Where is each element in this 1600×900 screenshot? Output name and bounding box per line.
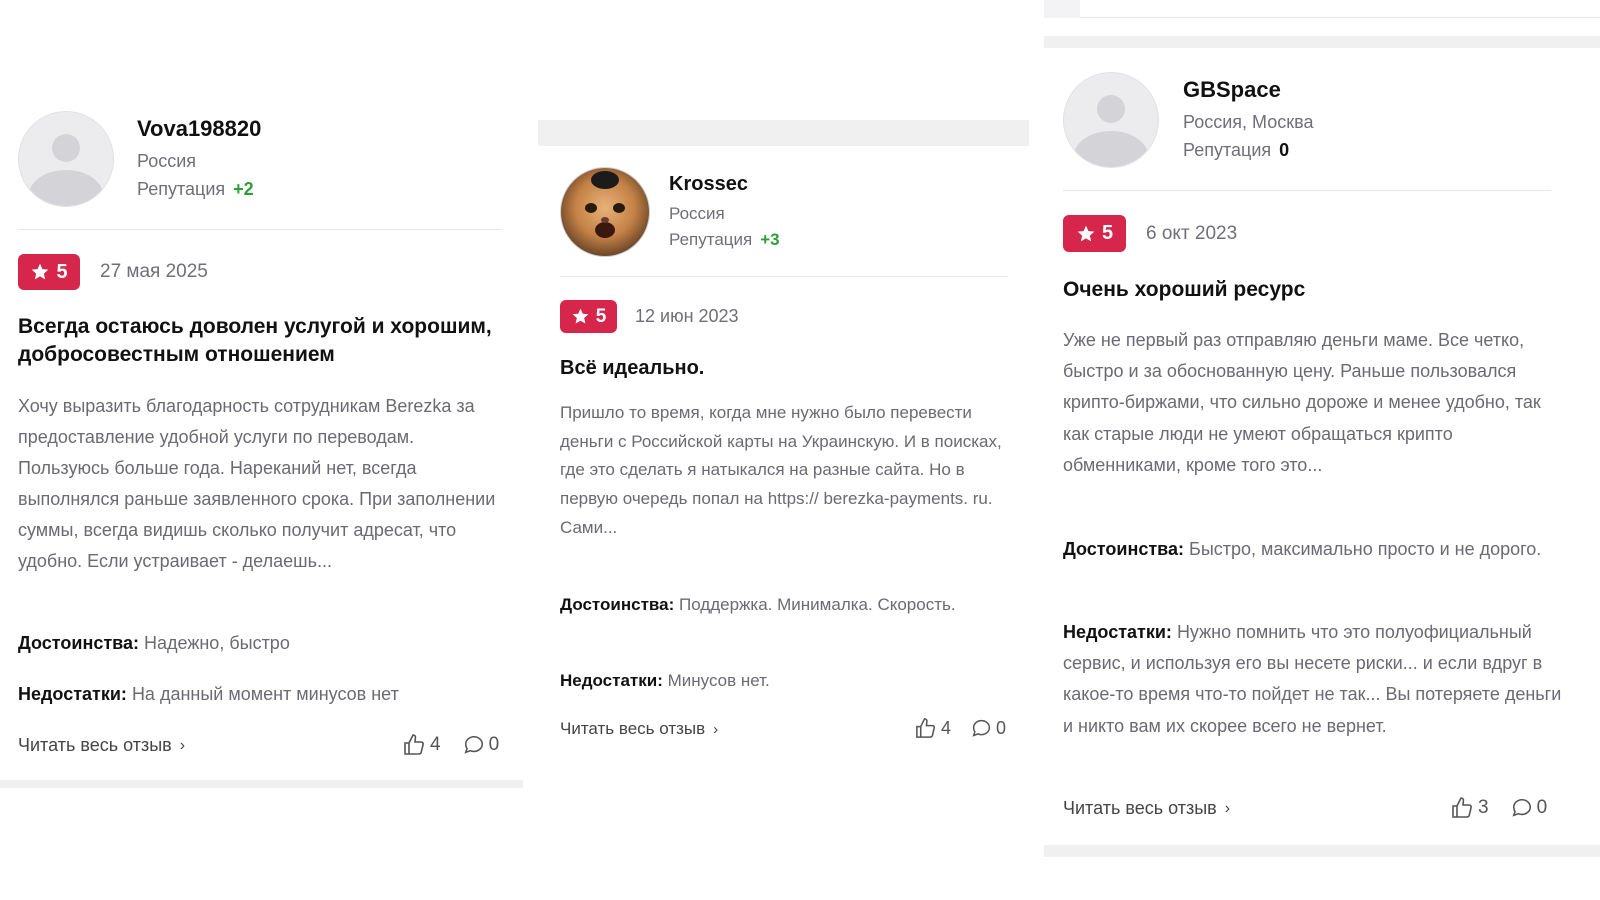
star-icon	[32, 263, 49, 280]
like-count: 3	[1478, 797, 1489, 818]
review-pros: Достоинства: Быстро, максимально просто …	[1063, 534, 1553, 565]
username[interactable]: Krossec	[669, 173, 748, 196]
review-text: Пришло то время, когда мне нужно было пе…	[560, 403, 1002, 537]
thumbs-up-icon	[1452, 797, 1472, 818]
rating-badge: 5	[560, 300, 617, 333]
user-avatar[interactable]	[560, 167, 650, 257]
like-button[interactable]: 4	[914, 717, 951, 740]
review-date: 12 июн 2023	[635, 306, 739, 326]
divider	[1063, 190, 1551, 191]
card-top-edge	[1080, 0, 1600, 18]
cons-text: Минусов нет.	[667, 671, 770, 690]
review-date: 6 окт 2023	[1146, 223, 1238, 244]
comment-count: 0	[1536, 797, 1548, 818]
reputation-value: +2	[233, 179, 254, 199]
user-location: Россия	[669, 204, 725, 223]
chevron-right-icon: ›	[179, 736, 186, 754]
review-text: Уже не первый раз отправляю деньги маме.…	[1063, 330, 1541, 475]
user-reputation: Репутация +3	[669, 230, 780, 250]
thumbs-up-icon	[404, 734, 424, 755]
cat-photo-icon	[585, 171, 625, 238]
pros-label: Достоинства:	[1063, 539, 1184, 559]
review-cons: Недостатки: Нужно помнить что это полуоф…	[1063, 617, 1563, 742]
card-bottom-divider	[1044, 845, 1600, 857]
read-full-review-link[interactable]: Читать весь отзыв ›	[1063, 798, 1230, 819]
rating-value: 5	[595, 305, 607, 327]
reputation-value: 0	[1279, 140, 1290, 160]
rating-value: 5	[1101, 222, 1114, 244]
comment-count: 0	[996, 718, 1007, 738]
reputation-label: Репутация	[1183, 140, 1272, 160]
username[interactable]: GBSpace	[1183, 77, 1281, 103]
user-location: Россия, Москва	[1183, 112, 1314, 132]
rating-badge: 5	[1063, 215, 1126, 252]
thumbs-up-icon	[916, 718, 936, 738]
review-stats: 4 0	[402, 733, 499, 757]
reputation-value: +3	[760, 230, 780, 249]
comment-button[interactable]: 0	[1511, 797, 1548, 819]
user-avatar[interactable]	[18, 111, 114, 207]
cons-label: Недостатки:	[560, 671, 663, 690]
rating-value: 5	[56, 260, 68, 283]
reputation-label: Репутация	[669, 230, 753, 249]
comment-icon	[1512, 798, 1531, 817]
comment-button[interactable]: 0	[971, 718, 1006, 739]
star-icon	[1077, 225, 1095, 241]
read-full-review-link[interactable]: Читать весь отзыв ›	[560, 719, 718, 739]
comment-button[interactable]: 0	[463, 734, 500, 756]
reputation-label: Репутация	[137, 179, 226, 199]
divider	[18, 229, 502, 230]
read-full-review-label: Читать весь отзыв	[1063, 798, 1217, 818]
like-button[interactable]: 3	[1450, 796, 1489, 820]
card-bottom-divider	[0, 780, 523, 788]
pros-text: Поддержка. Минималка. Скорость.	[679, 595, 956, 614]
comment-icon	[972, 719, 991, 737]
cons-label: Недостатки:	[18, 684, 127, 704]
review-title[interactable]: Очень хороший ресурс	[1063, 276, 1553, 304]
star-icon	[572, 308, 589, 324]
divider	[560, 276, 1008, 277]
card-top-divider	[538, 120, 1029, 146]
like-count: 4	[430, 734, 441, 755]
user-reputation: Репутация 0	[1183, 140, 1289, 161]
cons-label: Недостатки:	[1063, 622, 1172, 642]
review-text: Хочу выразить благодарность сотрудникам …	[18, 396, 496, 571]
review-title[interactable]: Всё идеально.	[560, 355, 1010, 381]
chevron-right-icon: ›	[1224, 799, 1231, 817]
review-date: 27 мая 2025	[100, 261, 208, 282]
comment-count: 0	[488, 734, 500, 755]
like-count: 4	[941, 718, 952, 738]
pros-label: Достоинства:	[560, 595, 675, 614]
review-cons: Недостатки: Минусов нет.	[560, 667, 1010, 696]
pros-text: Быстро, максимально просто и не дорого.	[1189, 539, 1542, 559]
chevron-right-icon: ›	[713, 720, 719, 738]
comment-icon	[464, 735, 483, 754]
read-full-review-label: Читать весь отзыв	[560, 719, 706, 738]
username[interactable]: Vova198820	[137, 116, 261, 142]
pros-label: Достоинства:	[18, 633, 139, 653]
like-button[interactable]: 4	[402, 733, 441, 757]
card-top-divider	[1044, 36, 1600, 48]
review-pros: Достоинства: Поддержка. Минималка. Скоро…	[560, 591, 1010, 620]
read-full-review-link[interactable]: Читать весь отзыв ›	[18, 735, 185, 756]
rating-badge: 5	[18, 254, 80, 290]
user-location: Россия	[137, 151, 197, 171]
review-cons: Недостатки: На данный момент минусов нет	[18, 679, 508, 710]
user-avatar[interactable]	[1063, 72, 1159, 168]
review-title[interactable]: Всегда остаюсь доволен услугой и хорошим…	[18, 313, 508, 369]
review-stats: 3 0	[1450, 796, 1547, 820]
read-full-review-label: Читать весь отзыв	[18, 735, 172, 755]
cons-text: На данный момент минусов нет	[131, 684, 399, 704]
review-pros: Достоинства: Надежно, быстро	[18, 628, 508, 659]
user-reputation: Репутация +2	[137, 179, 254, 200]
review-stats: 4 0	[914, 717, 1006, 740]
pros-text: Надежно, быстро	[144, 633, 290, 653]
